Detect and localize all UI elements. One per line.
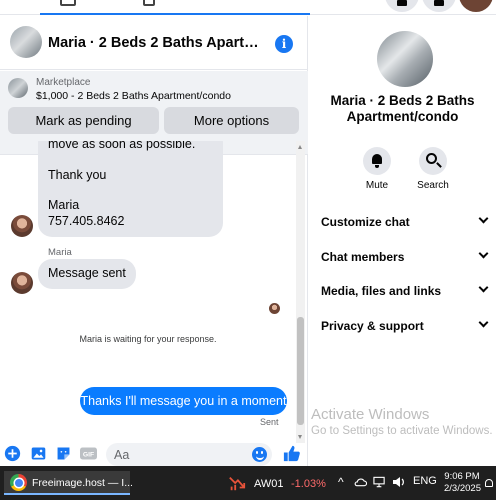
message-scrollbar[interactable] xyxy=(296,141,305,443)
groups-icon[interactable] xyxy=(60,0,76,6)
message-text: Maria xyxy=(48,198,80,212)
cloud-icon[interactable] xyxy=(354,476,367,488)
message-status: Sent xyxy=(260,417,279,427)
scroll-up-arrow[interactable] xyxy=(298,145,302,149)
grid-icon xyxy=(397,0,407,6)
system-clock[interactable]: 9:06 PM 2/3/2025 xyxy=(444,471,481,495)
search-circle[interactable] xyxy=(419,147,447,175)
gaming-icon[interactable] xyxy=(143,0,155,6)
chat-title[interactable]: Maria · 2 Beds 2 Baths Apartment/condo xyxy=(48,35,268,51)
sender-avatar[interactable] xyxy=(11,272,33,294)
composer: GIF xyxy=(0,443,308,466)
message-text: 757.405.8462 xyxy=(48,213,125,228)
marketplace-thumbnail[interactable] xyxy=(8,78,28,98)
listing-photo[interactable] xyxy=(377,31,433,87)
chat-members-row[interactable]: Chat members xyxy=(309,244,496,272)
chevron-down-icon xyxy=(478,317,489,328)
taskbar-app-label: Freeimage.host — I... xyxy=(32,477,133,489)
mute-circle[interactable] xyxy=(363,147,391,175)
emoji-icon[interactable] xyxy=(252,447,267,462)
network-icon[interactable] xyxy=(373,476,386,488)
volume-icon[interactable] xyxy=(392,476,406,488)
message-list: move as soon as possible. Thank you Mari… xyxy=(0,141,296,443)
chevron-down-icon xyxy=(478,213,489,224)
marketplace-label: Marketplace xyxy=(36,77,91,88)
scrollbar-thumb[interactable] xyxy=(297,317,304,425)
stock-ticker[interactable]: AW01 xyxy=(254,478,284,490)
section-label: Customize chat xyxy=(321,215,410,229)
search-icon xyxy=(426,153,437,164)
clock-time: 9:06 PM xyxy=(444,471,480,482)
outgoing-message: Thanks I'll message you in a moment xyxy=(80,387,287,415)
taskbar-app-chrome[interactable]: Freeimage.host — I... xyxy=(4,471,133,495)
watermark-title: Activate Windows xyxy=(311,406,430,423)
clock-date: 2/3/2025 xyxy=(444,483,481,494)
listing-price-title[interactable]: $1,000 - 2 Beds 2 Baths Apartment/condo xyxy=(36,90,231,102)
chat-panel: Maria · 2 Beds 2 Baths Apartment/condo i… xyxy=(0,16,308,466)
section-label: Privacy & support xyxy=(321,319,424,333)
incoming-message: Message sent xyxy=(38,259,136,289)
read-receipt-avatar xyxy=(269,303,280,314)
waiting-notice: Maria is waiting for your response. xyxy=(79,334,217,344)
messenger-button[interactable] xyxy=(422,0,456,12)
chrome-icon xyxy=(10,474,27,491)
mark-as-pending-button[interactable]: Mark as pending xyxy=(8,107,159,134)
search-button[interactable]: Search xyxy=(410,147,456,191)
language-indicator[interactable]: ENG xyxy=(413,475,437,487)
watermark-subtitle: Go to Settings to activate Windows. xyxy=(311,425,493,437)
chevron-down-icon xyxy=(478,282,489,293)
stock-change: -1.03% xyxy=(291,478,326,490)
message-text: Thank you xyxy=(48,167,107,182)
like-icon[interactable] xyxy=(282,444,301,463)
chat-header: Maria · 2 Beds 2 Baths Apartment/condo i xyxy=(0,16,308,70)
info-icon[interactable]: i xyxy=(275,35,293,53)
active-tab-indicator xyxy=(40,13,310,15)
bell-icon xyxy=(372,154,382,168)
chevron-down-icon xyxy=(478,248,489,259)
more-options-button[interactable]: More options xyxy=(164,107,299,134)
messenger-icon xyxy=(434,0,444,6)
account-avatar[interactable] xyxy=(459,0,493,12)
search-label: Search xyxy=(417,180,449,191)
scroll-down-arrow[interactable] xyxy=(298,435,302,439)
conversation-info-panel: Maria · 2 Beds 2 Baths Apartment/condo M… xyxy=(309,16,496,466)
message-text: move as soon as possible. xyxy=(48,141,196,151)
photo-icon[interactable] xyxy=(30,445,47,462)
mute-button[interactable]: Mute xyxy=(354,147,400,191)
media-files-links-row[interactable]: Media, files and links xyxy=(309,278,496,306)
mute-label: Mute xyxy=(365,180,389,191)
plus-circle-icon[interactable] xyxy=(4,445,21,462)
activate-windows-watermark: Activate Windows Go to Settings to activ… xyxy=(311,406,493,437)
stock-trend-icon[interactable] xyxy=(228,474,246,492)
menu-button[interactable] xyxy=(385,0,419,12)
gif-label: GIF xyxy=(83,451,94,458)
incoming-message: move as soon as possible. Thank you Mari… xyxy=(38,141,223,237)
notification-icon[interactable] xyxy=(485,479,493,487)
gif-icon[interactable]: GIF xyxy=(79,445,98,462)
privacy-support-row[interactable]: Privacy & support xyxy=(309,313,496,341)
customize-chat-row[interactable]: Customize chat xyxy=(309,209,496,237)
sticker-icon[interactable] xyxy=(55,445,72,462)
conversation-name: Maria · 2 Beds 2 Baths Apartment/condo xyxy=(330,93,475,124)
top-navigation xyxy=(0,0,496,15)
message-text: Message sent xyxy=(48,266,126,280)
chevron-up-icon[interactable]: ^ xyxy=(338,475,344,489)
sender-name: Maria xyxy=(48,247,72,258)
section-label: Chat members xyxy=(321,250,405,264)
listing-thumbnail[interactable] xyxy=(10,26,42,58)
sender-avatar[interactable] xyxy=(11,215,33,237)
windows-taskbar: Freeimage.host — I... AW01 -1.03% ^ ENG … xyxy=(0,466,496,500)
section-label: Media, files and links xyxy=(321,284,442,298)
message-input[interactable] xyxy=(106,443,272,466)
